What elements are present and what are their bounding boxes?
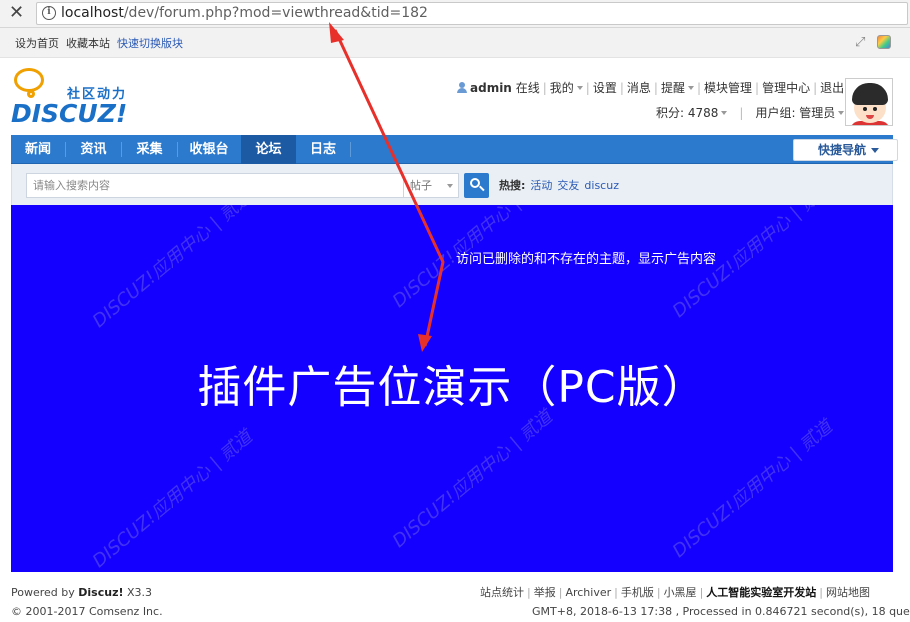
blacklist-link[interactable]: 小黑屋 <box>664 586 697 599</box>
discuz-link[interactable]: Discuz! <box>78 586 123 599</box>
mobile-link[interactable]: 手机版 <box>621 586 654 599</box>
footer-links: 站点统计 | 举报 | Archiver | 手机版 | 小黑屋 | 人工智能实验室开发站 | 网站地图 <box>480 586 870 599</box>
version: X3.3 <box>123 586 153 599</box>
stats-link[interactable]: 站点统计 <box>480 586 524 599</box>
sitemap-link[interactable]: 网站地图 <box>826 586 870 599</box>
report-link[interactable]: 举报 <box>534 586 556 599</box>
gmt-info: GMT+8, 2018-6-13 17:38 , Processed in 0.… <box>532 605 910 618</box>
copyright: © 2001-2017 Comsenz Inc. <box>11 605 163 618</box>
annotation-arrow <box>329 22 445 352</box>
archiver-link[interactable]: Archiver <box>565 586 611 599</box>
ai-lab-link[interactable]: 人工智能实验室开发站 <box>706 586 816 599</box>
powered-by: Powered by Discuz! X3.3 <box>11 586 153 599</box>
